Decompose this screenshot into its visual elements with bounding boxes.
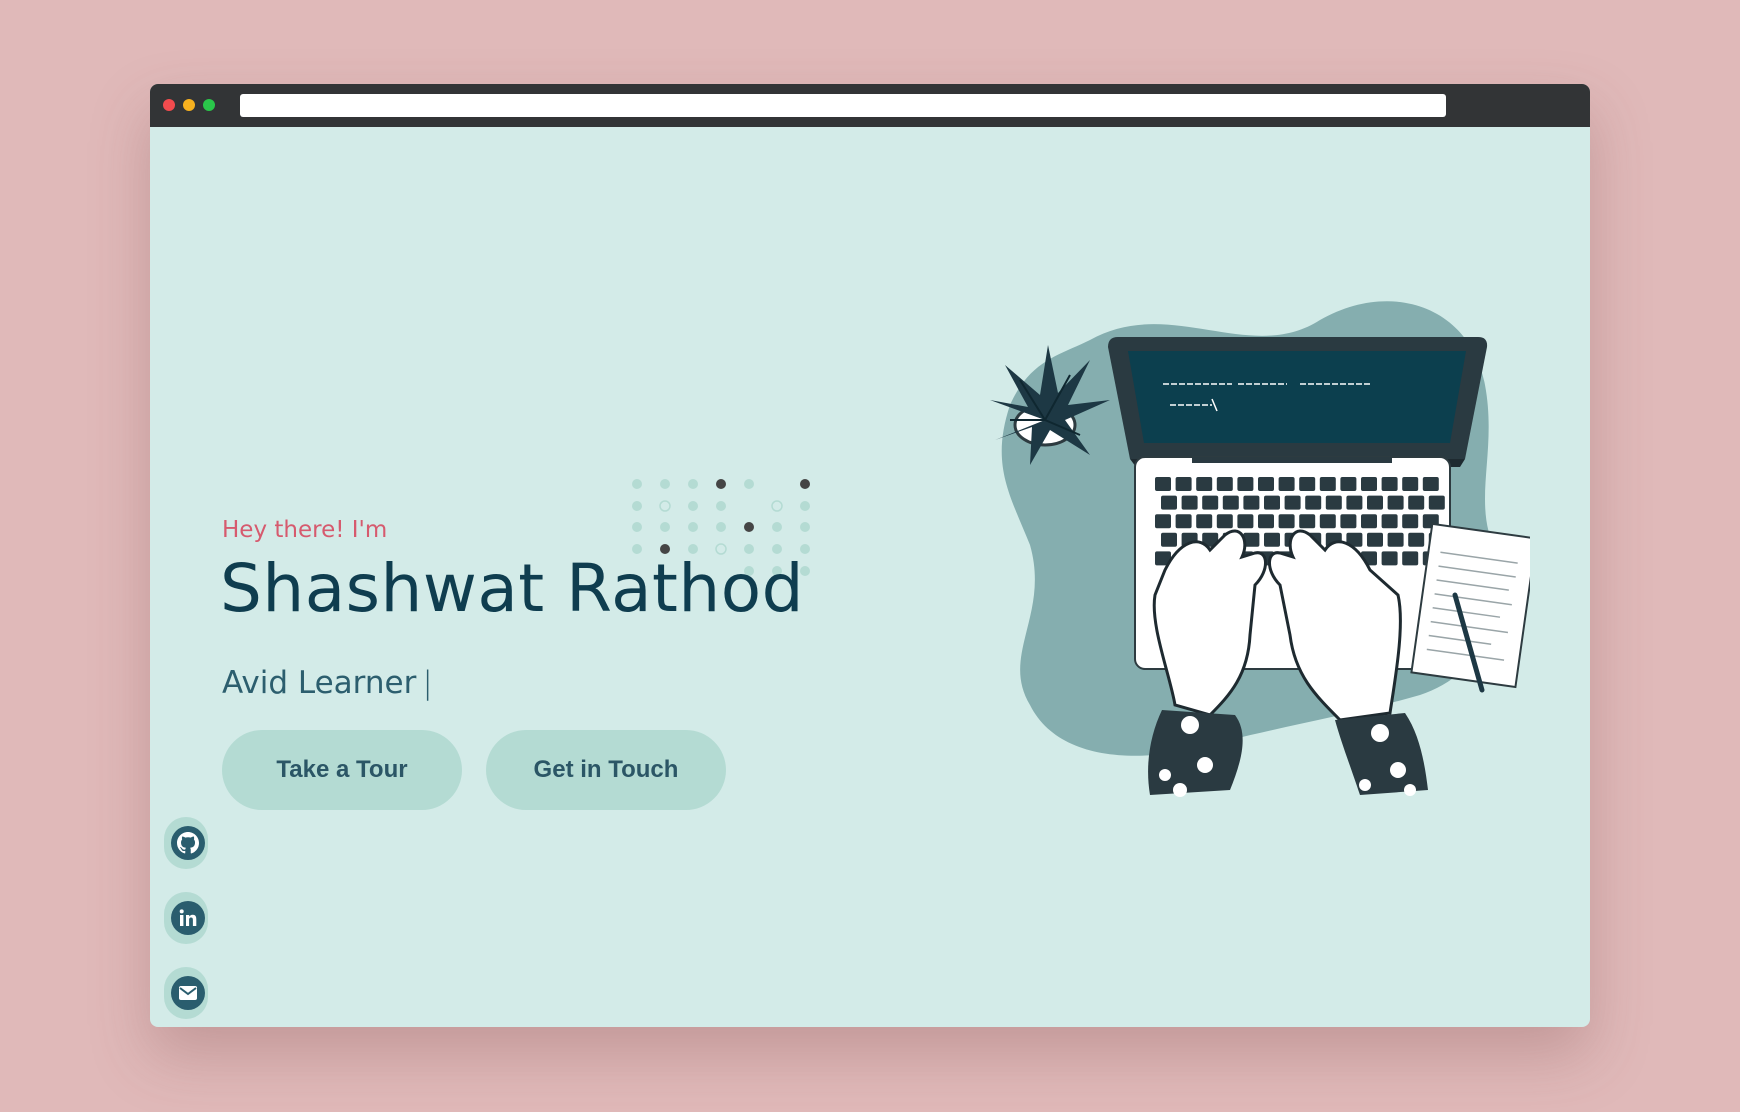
keyboard-key — [1196, 477, 1213, 491]
hero-role: Avid Learner — [222, 665, 417, 701]
keyboard-key — [1161, 495, 1177, 510]
email-link[interactable] — [164, 967, 208, 1019]
keyboard-key — [1161, 532, 1177, 547]
minimize-window-button[interactable] — [183, 99, 195, 111]
keyboard-key — [1222, 495, 1239, 510]
keyboard-key — [1237, 477, 1254, 491]
github-link[interactable] — [164, 817, 208, 869]
keyboard-key — [1381, 514, 1398, 529]
keyboard-key — [1258, 514, 1274, 529]
browser-titlebar — [150, 84, 1590, 127]
keyboard-key — [1319, 477, 1336, 491]
keyboard-key — [1402, 551, 1419, 566]
keyboard-key — [1175, 514, 1192, 529]
keyboard-key — [1402, 514, 1419, 529]
keyboard-key — [1155, 514, 1171, 529]
close-window-button[interactable] — [163, 99, 175, 111]
keyboard-key — [1237, 514, 1254, 529]
hero-greeting: Hey there! I'm — [222, 517, 388, 543]
keyboard-key — [1181, 495, 1198, 510]
linkedin-link[interactable] — [164, 892, 208, 944]
keyboard-key — [1381, 551, 1398, 566]
keyboard-key — [1387, 495, 1404, 510]
maximize-window-button[interactable] — [203, 99, 215, 111]
keyboard-key — [1299, 514, 1316, 529]
linkedin-icon — [171, 901, 205, 935]
keyboard-key — [1278, 514, 1295, 529]
keyboard-key — [1408, 495, 1425, 510]
notepad-decoration — [1410, 522, 1530, 689]
keyboard-key — [1340, 477, 1357, 491]
keyboard-key — [1175, 477, 1192, 491]
keyboard-key — [1367, 495, 1383, 510]
keyboard-key — [1264, 495, 1280, 510]
keyboard-key — [1381, 477, 1398, 491]
email-icon — [171, 976, 205, 1010]
keyboard-key — [1258, 477, 1274, 491]
browser-window: Hey there! I'm Shashwat Rathod Avid Lear… — [150, 84, 1590, 1027]
keyboard-key — [1196, 514, 1213, 529]
take-a-tour-button[interactable]: Take a Tour — [222, 730, 462, 810]
keyboard-key — [1216, 514, 1233, 529]
keyboard-key — [1202, 495, 1219, 510]
keyboard-key — [1340, 514, 1357, 529]
keyboard-key — [1319, 514, 1336, 529]
keyboard-key — [1264, 532, 1280, 547]
typing-caret: | — [422, 665, 433, 701]
keyboard-key — [1367, 532, 1383, 547]
hero-role-typewriter: Avid Learner | — [222, 665, 433, 701]
keyboard-key — [1216, 477, 1233, 491]
keyboard-key — [1387, 532, 1404, 547]
keyboard-key — [1299, 477, 1316, 491]
keyboard-key — [1402, 477, 1419, 491]
keyboard-key — [1346, 495, 1363, 510]
keyboard-key — [1361, 514, 1377, 529]
github-icon — [171, 826, 205, 860]
keyboard-key — [1361, 477, 1377, 491]
address-bar[interactable] — [240, 94, 1446, 117]
keyboard-key — [1325, 495, 1342, 510]
hero-name: Shashwat Rathod — [220, 550, 805, 627]
keyboard-key — [1243, 495, 1260, 510]
keyboard-key — [1422, 477, 1439, 491]
get-in-touch-button[interactable]: Get in Touch — [486, 730, 726, 810]
keyboard-key — [1278, 477, 1295, 491]
keyboard-key — [1155, 477, 1171, 491]
keyboard-key — [1428, 495, 1445, 510]
hero-section: Hey there! I'm Shashwat Rathod Avid Lear… — [150, 127, 1590, 1027]
keyboard-key — [1408, 532, 1425, 547]
laptop-typing-illustration — [990, 301, 1530, 797]
keyboard-key — [1305, 495, 1322, 510]
keyboard-key — [1284, 495, 1301, 510]
